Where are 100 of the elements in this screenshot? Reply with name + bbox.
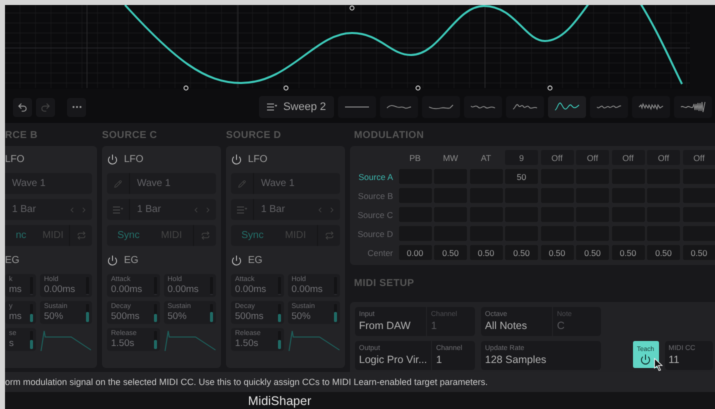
section-title: MODULATION <box>353 129 426 142</box>
undo-button[interactable] <box>13 98 32 116</box>
center-cell[interactable]: 0.50 <box>540 245 574 260</box>
row-label[interactable]: Source A <box>354 169 396 184</box>
wave-preset-button[interactable] <box>338 96 376 118</box>
column-header[interactable]: Off <box>576 150 609 165</box>
wave-preset-button[interactable] <box>464 96 502 118</box>
wave-field[interactable]: Wave 1 <box>107 173 216 194</box>
center-cell[interactable]: 0.50 <box>505 245 538 260</box>
loop-icon[interactable] <box>200 231 210 240</box>
wave-preset-button[interactable] <box>548 96 586 118</box>
sync-toggle[interactable]: nc <box>5 225 37 246</box>
parameter-value: s <box>9 338 15 350</box>
parameter-value: ms <box>9 284 23 296</box>
row-label[interactable]: Source B <box>354 188 396 203</box>
pencil-icon[interactable] <box>114 180 122 188</box>
envelope-drawing <box>40 328 92 352</box>
wave-preset-button[interactable] <box>674 96 712 118</box>
parameter-value: 0.00ms <box>168 284 200 296</box>
wave-preset-button[interactable] <box>422 96 460 118</box>
power-icon[interactable] <box>231 254 242 266</box>
eg-label: EG <box>5 254 20 266</box>
lfo-label: LFO <box>124 154 144 164</box>
chevron-right-icon[interactable] <box>204 206 212 214</box>
power-icon[interactable] <box>107 254 118 266</box>
parameter-value: 1.50s <box>111 338 136 350</box>
parameter-value: 500ms <box>235 311 265 323</box>
envelope-drawing <box>164 328 216 352</box>
center-cell[interactable]: 0.50 <box>576 245 609 260</box>
parameter-value: ms <box>9 311 23 323</box>
more-button[interactable] <box>67 98 86 116</box>
center-cell[interactable]: 0.50 <box>470 245 502 260</box>
parameter-value: 0.00ms <box>292 284 324 296</box>
column-header: AT <box>480 152 492 164</box>
center-cell[interactable]: 0.00 <box>398 245 432 260</box>
wave-preset-button[interactable] <box>632 96 670 118</box>
preset-menu-button[interactable]: Sweep 2 <box>259 96 334 118</box>
section-title: MIDI SETUP <box>353 277 416 290</box>
pencil-icon[interactable] <box>238 180 246 188</box>
lfo-label: LFO <box>248 154 268 164</box>
center-cell[interactable]: 0.50 <box>612 245 644 260</box>
list-icon <box>267 103 278 111</box>
matrix-cell[interactable]: 50 <box>505 169 538 184</box>
parameter-value: 1.50s <box>235 338 260 350</box>
wave-preset-button[interactable] <box>380 96 418 118</box>
parameter-value: 50% <box>292 311 312 323</box>
chevron-left-icon[interactable] <box>68 206 76 214</box>
rate-field[interactable]: 1 Bar <box>107 199 216 220</box>
rate-field[interactable]: 1 Bar <box>231 199 340 220</box>
column-header: PB <box>408 152 422 164</box>
envelope-drawing <box>288 328 340 352</box>
wave-shape-icon <box>636 101 666 113</box>
wave-field[interactable]: Wave 1 <box>231 173 340 194</box>
wave-preset-button[interactable] <box>506 96 544 118</box>
sync-toggle[interactable]: Sync <box>231 225 274 246</box>
chevron-left-icon[interactable] <box>316 206 324 214</box>
app-title: MidiShaper <box>248 394 312 408</box>
chevron-left-icon[interactable] <box>192 206 200 214</box>
section-title: SOURCE C <box>102 129 158 142</box>
sync-toggle[interactable]: Sync <box>107 225 150 246</box>
row-label[interactable]: Source D <box>354 226 396 241</box>
undo-icon <box>17 102 28 112</box>
parameter-value: 0.00ms <box>235 284 268 296</box>
chevron-right-icon[interactable] <box>80 206 88 214</box>
center-cell[interactable]: 0.50 <box>682 245 715 260</box>
power-icon <box>640 354 651 364</box>
list-icon[interactable] <box>237 206 247 214</box>
wave-preset-button[interactable] <box>590 96 628 118</box>
section-title: RCE B <box>5 129 39 142</box>
row-label: Center <box>366 246 394 260</box>
section-title: SOURCE D <box>226 129 282 142</box>
waveform-graph-drawing[interactable] <box>5 5 690 90</box>
mouse-cursor-icon <box>654 358 662 371</box>
parameter-value: 0.00ms <box>44 284 76 296</box>
column-header: MW <box>442 152 460 164</box>
parameter-value: 500ms <box>111 311 141 323</box>
column-header[interactable]: 9 <box>505 150 538 165</box>
parameter-value: 50% <box>44 311 64 323</box>
list-icon[interactable] <box>113 206 123 214</box>
wave-field[interactable]: Wave 1 <box>5 173 92 194</box>
wave-shape-icon <box>678 101 708 113</box>
eg-label: EG <box>248 254 262 266</box>
column-header[interactable]: Off <box>540 150 574 165</box>
redo-icon <box>40 102 51 112</box>
center-cell[interactable]: 0.50 <box>434 245 467 260</box>
parameter-value: 0.00ms <box>111 284 144 296</box>
lfo-label: LFO <box>5 154 24 164</box>
wave-shape-icon <box>552 101 582 113</box>
status-text: orm modulation signal on the selected MIDI CC. Use this to quickly assign CCs to MIDI Learn-enabled target parameters. <box>5 377 488 387</box>
loop-icon[interactable] <box>324 231 334 240</box>
row-label[interactable]: Source C <box>354 207 396 222</box>
rate-field[interactable]: 1 Bar <box>5 199 92 220</box>
loop-icon[interactable] <box>76 231 86 240</box>
column-header[interactable]: Off <box>682 150 715 165</box>
power-icon[interactable] <box>231 154 242 164</box>
chevron-right-icon[interactable] <box>328 206 336 214</box>
column-header[interactable]: Off <box>647 150 680 165</box>
center-cell[interactable]: 0.50 <box>647 245 680 260</box>
column-header[interactable]: Off <box>612 150 644 165</box>
power-icon[interactable] <box>107 154 118 164</box>
